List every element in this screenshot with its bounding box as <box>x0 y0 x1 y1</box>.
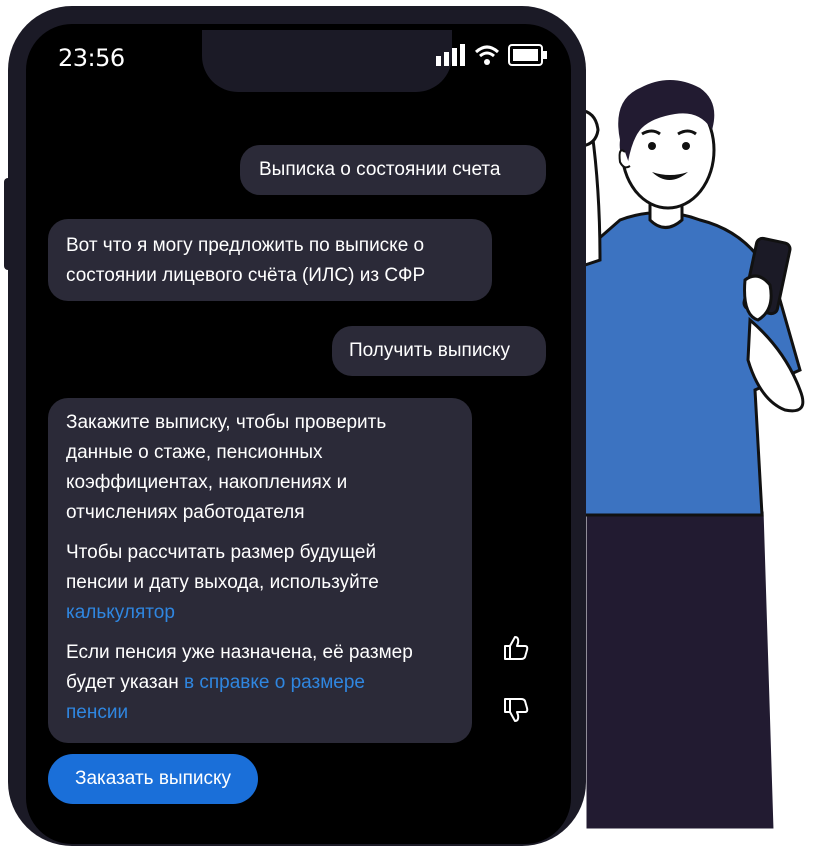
signal-icon <box>436 44 465 66</box>
user-message-text: Выписка о состоянии счета <box>259 159 501 180</box>
pension-certificate-link[interactable]: в справке о размере <box>184 672 365 693</box>
calculator-link[interactable]: калькулятор <box>66 602 175 623</box>
bot-message-line: состоянии лицевого счёта (ИЛС) из СФР <box>66 265 426 286</box>
reply-line: отчислениях работодателя <box>66 502 305 523</box>
pension-certificate-link-cont[interactable]: пенсии <box>66 702 128 723</box>
side-button <box>4 178 12 270</box>
reply-line: пенсии и дату выхода, используйте <box>66 572 379 593</box>
user-message: Выписка о состоянии счета <box>240 145 546 195</box>
thumbs-down-icon[interactable] <box>502 696 530 724</box>
bot-message-line: Вот что я могу предложить по выписке о <box>66 235 425 256</box>
wifi-icon <box>474 45 500 65</box>
notch <box>202 30 452 92</box>
battery-icon <box>508 44 547 66</box>
bot-reply: Закажите выписку, чтобы проверить данные… <box>48 398 472 743</box>
bot-message: Вот что я могу предложить по выписке о с… <box>48 219 492 301</box>
reply-line: Чтобы рассчитать размер будущей <box>66 542 377 563</box>
status-icons <box>436 44 548 66</box>
status-time: 23:56 <box>58 44 125 72</box>
reply-line: коэффициентах, накоплениях и <box>66 472 348 493</box>
user-message: Получить выписку <box>332 326 546 376</box>
user-message-text: Получить выписку <box>349 340 510 361</box>
reply-line: Если пенсия уже назначена, её размер <box>66 642 413 663</box>
thumbs-up-icon[interactable] <box>502 634 530 662</box>
reply-line: будет указан <box>66 672 179 693</box>
reply-line: данные о стаже, пенсионных <box>66 442 323 463</box>
order-statement-button[interactable]: Заказать выписку <box>48 754 258 804</box>
reply-line: Закажите выписку, чтобы проверить <box>66 412 387 433</box>
